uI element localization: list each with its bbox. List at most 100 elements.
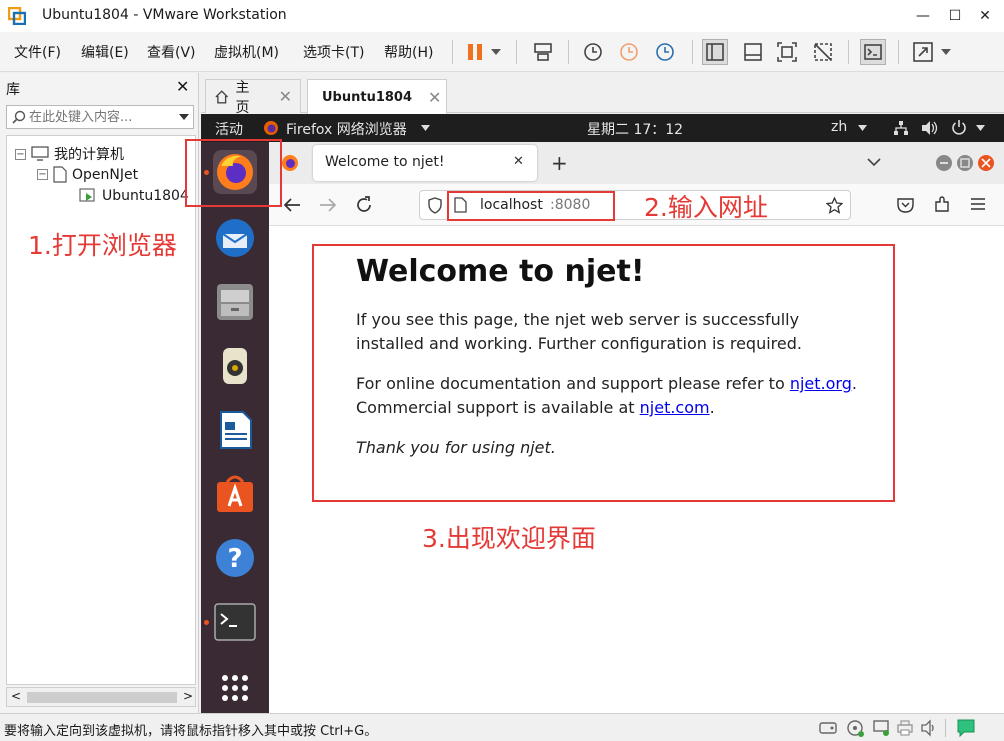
chevron-down-icon[interactable] — [488, 39, 504, 65]
minimize-button[interactable]: — — [908, 4, 938, 28]
window-controls-icon[interactable] — [935, 154, 999, 172]
show-applications-icon[interactable] — [213, 666, 257, 710]
pause-icon[interactable] — [462, 39, 488, 65]
collapse-toggle[interactable]: − — [37, 169, 48, 180]
ubuntu-dock: ? — [201, 142, 269, 713]
terminal-icon[interactable] — [213, 600, 257, 644]
annotation-box-firefox — [185, 139, 282, 207]
firefox-tab[interactable]: Welcome to njet! ✕ — [313, 145, 537, 181]
unity-icon[interactable] — [810, 39, 836, 65]
toolbar-separator — [516, 40, 517, 64]
title-bar: Ubuntu1804 - VMware Workstation — ☐ ✕ — [0, 0, 1004, 32]
toolbar-separator — [568, 40, 569, 64]
tab-close-button[interactable]: ✕ — [279, 87, 292, 106]
annotation-step-2: 2.输入网址 — [644, 193, 768, 222]
message-log-icon[interactable] — [956, 718, 976, 738]
computer-icon — [31, 146, 49, 161]
svg-text:?: ? — [227, 544, 242, 574]
network-adapter-icon[interactable] — [872, 719, 890, 737]
back-arrow-icon[interactable] — [283, 197, 301, 213]
annotation-step-3: 3.出现欢迎界面 — [422, 524, 596, 553]
tab-ubuntu1804[interactable]: Ubuntu1804 ✕ — [307, 79, 447, 114]
rhythmbox-icon[interactable] — [213, 344, 257, 388]
stretch-icon[interactable] — [910, 39, 936, 65]
forward-arrow-icon[interactable] — [319, 197, 337, 213]
gnome-top-bar: 活动 Firefox 网络浏览器 星期二 17：12 zh — [201, 114, 1004, 142]
shield-icon[interactable] — [428, 197, 442, 214]
revert-snapshot-icon[interactable] — [616, 39, 642, 65]
menu-vm[interactable]: 虚拟机(M) — [214, 42, 279, 62]
library-search[interactable] — [6, 105, 194, 129]
clock[interactable]: 星期二 17：12 — [587, 119, 683, 139]
cd-dvd-icon[interactable] — [846, 719, 864, 737]
search-icon — [12, 110, 26, 124]
reload-icon[interactable] — [355, 196, 373, 214]
list-all-tabs-icon[interactable] — [867, 158, 881, 167]
menu-tabs[interactable]: 选项卡(T) — [303, 42, 364, 62]
library-tree: − 我的计算机 − OpenNJet Ubuntu1804 — [6, 135, 196, 685]
menu-help[interactable]: 帮助(H) — [384, 42, 433, 62]
firefox-logo-icon — [282, 155, 298, 171]
pocket-icon[interactable] — [897, 197, 914, 213]
folder-icon — [53, 166, 67, 183]
status-separator — [945, 719, 946, 737]
hamburger-menu-icon[interactable] — [970, 197, 986, 211]
tree-item-ubuntu1804[interactable]: Ubuntu1804 — [79, 188, 189, 204]
app-menu[interactable]: Firefox 网络浏览器 — [286, 119, 407, 139]
close-button[interactable]: ✕ — [970, 4, 1000, 28]
scroll-right-arrow[interactable]: > — [183, 689, 193, 703]
firefox-tab-bar: Welcome to njet! ✕ + — [269, 142, 1004, 184]
toolbar-separator — [848, 40, 849, 64]
tab-label: Ubuntu1804 — [322, 89, 413, 105]
new-tab-button[interactable]: + — [551, 151, 568, 175]
volume-icon[interactable] — [921, 120, 939, 136]
tree-item-opennjet[interactable]: − OpenNJet — [37, 166, 138, 183]
library-horizontal-scrollbar[interactable]: < > — [6, 687, 196, 707]
power-icon[interactable] — [951, 119, 967, 135]
menu-file[interactable]: 文件(F) — [14, 42, 61, 62]
snapshot-manager-icon[interactable] — [652, 39, 678, 65]
input-method[interactable]: zh — [831, 119, 847, 135]
library-search-input[interactable] — [29, 108, 169, 126]
network-icon[interactable] — [893, 120, 909, 136]
menu-edit[interactable]: 编辑(E) — [81, 42, 129, 62]
console-view-icon[interactable] — [860, 39, 886, 65]
toolbar-separator — [692, 40, 693, 64]
activities-button[interactable]: 活动 — [215, 119, 243, 139]
sound-card-icon[interactable] — [920, 719, 938, 737]
help-icon[interactable]: ? — [213, 536, 257, 580]
chevron-down-icon[interactable] — [179, 114, 189, 120]
extensions-icon[interactable] — [933, 196, 951, 214]
maximize-button[interactable]: ☐ — [940, 4, 970, 28]
chevron-down-icon[interactable] — [938, 39, 954, 65]
bookmark-star-icon[interactable] — [826, 197, 843, 214]
thumbnail-bar-icon[interactable] — [740, 39, 766, 65]
tab-home[interactable]: 主页 ✕ — [205, 79, 301, 116]
libreoffice-writer-icon[interactable] — [213, 408, 257, 452]
toolbar-separator — [452, 40, 453, 64]
send-ctrl-alt-del-icon[interactable] — [530, 39, 556, 65]
files-icon[interactable] — [213, 280, 257, 324]
library-view-icon[interactable] — [702, 39, 728, 65]
scroll-thumb[interactable] — [27, 692, 177, 703]
printer-icon[interactable] — [896, 719, 914, 737]
thunderbird-icon[interactable] — [213, 216, 257, 260]
library-panel: 库 ✕ − 我的计算机 − OpenNJet Ubuntu1804 < > — [0, 73, 199, 713]
vmware-logo-icon — [8, 7, 26, 25]
scroll-left-arrow[interactable]: < — [11, 689, 21, 703]
status-bar: 要将输入定向到该虚拟机，请将鼠标指针移入其中或按 Ctrl+G。 — [0, 713, 1004, 741]
collapse-toggle[interactable]: − — [15, 148, 26, 160]
chevron-down-icon — [976, 125, 985, 131]
menu-view[interactable]: 查看(V) — [147, 42, 196, 62]
tree-item-my-computer[interactable]: − 我的计算机 — [15, 144, 124, 164]
vm-tab-bar: 主页 ✕ Ubuntu1804 ✕ — [201, 73, 1004, 116]
firefox-tab-close-button[interactable]: ✕ — [513, 154, 524, 169]
hard-disk-icon[interactable] — [818, 719, 838, 737]
tab-close-button[interactable]: ✕ — [428, 88, 441, 107]
library-close-button[interactable]: ✕ — [176, 77, 189, 96]
annotation-box-url — [447, 191, 615, 221]
status-text: 要将输入定向到该虚拟机，请将鼠标指针移入其中或按 Ctrl+G。 — [4, 724, 378, 739]
snapshot-icon[interactable] — [580, 39, 606, 65]
fullscreen-icon[interactable] — [774, 39, 800, 65]
software-center-icon[interactable] — [213, 472, 257, 516]
